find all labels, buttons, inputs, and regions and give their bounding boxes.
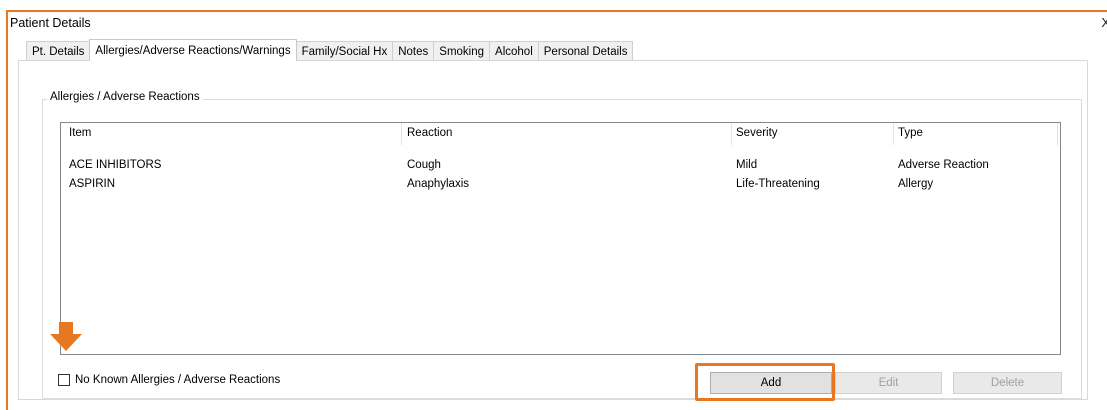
cell-reaction: Cough [407, 159, 441, 171]
delete-button[interactable]: Delete [953, 372, 1062, 394]
column-separator [1057, 123, 1058, 145]
close-icon[interactable]: X [1101, 15, 1107, 30]
list-header: Item Reaction Severity Type [61, 123, 1060, 145]
tab-strip: Pt. Details Allergies/Adverse Reactions/… [26, 39, 634, 61]
tab-family-social[interactable]: Family/Social Hx [295, 41, 394, 61]
add-button-highlight [695, 363, 835, 401]
column-item[interactable]: Item [69, 127, 91, 139]
tab-allergies[interactable]: Allergies/Adverse Reactions/Warnings [89, 39, 297, 61]
tab-smoking[interactable]: Smoking [433, 41, 491, 61]
no-known-allergies-option[interactable]: No Known Allergies / Adverse Reactions [58, 374, 280, 386]
column-separator [401, 123, 402, 145]
column-separator [893, 123, 894, 145]
column-separator [731, 123, 732, 145]
cell-severity: Mild [736, 159, 758, 171]
window-title: Patient Details [10, 16, 91, 30]
cell-item: ASPIRIN [69, 178, 116, 190]
tab-notes[interactable]: Notes [392, 41, 435, 61]
cell-item: ACE INHIBITORS [69, 159, 162, 171]
down-arrow-icon [50, 322, 82, 351]
cell-reaction: Anaphylaxis [407, 178, 470, 190]
edit-button[interactable]: Edit [835, 372, 942, 394]
table-row[interactable]: ASPIRIN Anaphylaxis Life-Threatening All… [61, 178, 1060, 194]
column-severity[interactable]: Severity [736, 127, 778, 139]
group-legend: Allergies / Adverse Reactions [47, 91, 203, 103]
tab-personal-details[interactable]: Personal Details [537, 41, 634, 61]
tab-alcohol[interactable]: Alcohol [489, 41, 539, 61]
cell-type: Adverse Reaction [898, 159, 989, 171]
cell-type: Allergy [898, 178, 934, 190]
table-row[interactable]: ACE INHIBITORS Cough Mild Adverse Reacti… [61, 159, 1060, 175]
title-bar: Patient Details X [8, 12, 1107, 38]
no-known-allergies-label: No Known Allergies / Adverse Reactions [75, 374, 281, 386]
tab-pt-details[interactable]: Pt. Details [26, 41, 91, 61]
no-known-allergies-checkbox[interactable] [58, 374, 70, 386]
column-type[interactable]: Type [898, 127, 923, 139]
column-reaction[interactable]: Reaction [407, 127, 452, 139]
allergies-list[interactable]: Item Reaction Severity Type ACE INHIBITO… [60, 122, 1061, 355]
cell-severity: Life-Threatening [736, 178, 820, 190]
